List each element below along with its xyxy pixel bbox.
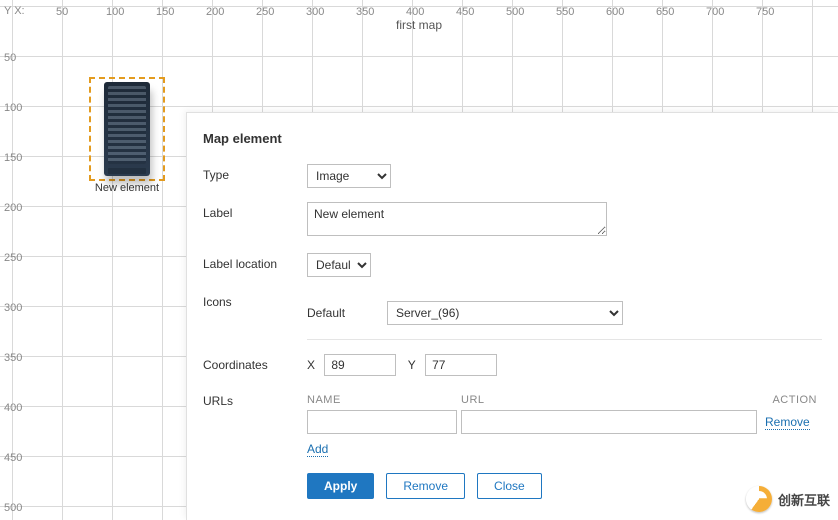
urls-table: NAME URL ACTION Remove Add	[307, 390, 817, 457]
map-element-selected[interactable]	[89, 77, 165, 181]
url-name-input[interactable]	[307, 410, 457, 434]
url-add-link[interactable]: Add	[307, 442, 328, 457]
map-title: first map	[0, 18, 838, 32]
label-label: Label	[203, 202, 307, 220]
type-select[interactable]: Image	[307, 164, 391, 188]
icons-label: Icons	[203, 291, 307, 309]
axis-origin-label: Y X:	[4, 5, 25, 17]
watermark-text: 创新互联	[778, 490, 830, 509]
coordinates-label: Coordinates	[203, 354, 307, 372]
dialog-title: Map element	[203, 131, 822, 146]
watermark: 创新互联	[746, 486, 830, 512]
apply-button[interactable]: Apply	[307, 473, 374, 499]
map-element-dialog: Map element Type Image Label New element…	[186, 112, 838, 520]
map-element-label: New element	[89, 182, 165, 194]
urls-head-action: ACTION	[761, 394, 817, 406]
coord-y-label: Y	[408, 358, 416, 372]
urls-head-name: NAME	[307, 394, 461, 406]
urls-label: URLs	[203, 390, 307, 408]
coord-y-input[interactable]	[425, 354, 497, 376]
url-value-input[interactable]	[461, 410, 757, 434]
remove-button[interactable]: Remove	[386, 473, 465, 499]
label-location-label: Label location	[203, 253, 307, 271]
coord-x-label: X	[307, 358, 315, 372]
url-remove-link[interactable]: Remove	[765, 415, 810, 430]
close-button[interactable]: Close	[477, 473, 542, 499]
label-textarea[interactable]: New element	[307, 202, 607, 236]
type-label: Type	[203, 164, 307, 182]
label-location-select[interactable]: Default	[307, 253, 371, 277]
urls-row: Remove	[307, 410, 817, 434]
coord-x-input[interactable]	[324, 354, 396, 376]
watermark-logo-icon	[746, 486, 772, 512]
icons-default-label: Default	[307, 306, 387, 320]
icon-select[interactable]: Server_(96)	[387, 301, 623, 325]
server-rack-icon	[104, 82, 150, 176]
urls-head-url: URL	[461, 394, 761, 406]
